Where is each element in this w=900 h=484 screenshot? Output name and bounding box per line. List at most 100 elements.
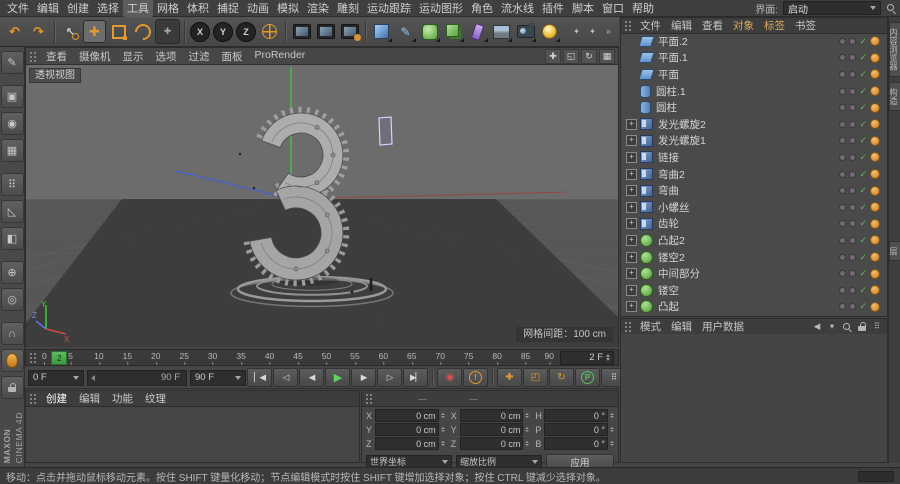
enabled-check-icon[interactable]: ✓ xyxy=(859,102,867,113)
lock-icon[interactable] xyxy=(857,321,867,333)
side-tab-构造[interactable]: 构造 xyxy=(888,81,900,111)
object-row-8[interactable]: + 弯曲2 ✓ xyxy=(621,166,887,183)
menu-item-帮助[interactable]: 帮助 xyxy=(628,0,658,17)
viewport-menu-显示[interactable]: 显示 xyxy=(117,49,150,64)
viewport-menu-过滤[interactable]: 过滤 xyxy=(183,49,216,64)
timeline-current-frame[interactable]: 2 xyxy=(51,351,68,365)
value-spinner[interactable] xyxy=(440,413,445,418)
expand-icon[interactable]: + xyxy=(626,301,637,313)
viewport-canvas[interactable]: 透视视图 网格间距：100 cm Y X Z xyxy=(26,65,618,347)
render-visibility-dot[interactable] xyxy=(849,286,857,294)
tag-icon[interactable] xyxy=(870,252,880,263)
render-visibility-dot[interactable] xyxy=(849,104,857,112)
enabled-check-icon[interactable]: ✓ xyxy=(859,36,867,47)
menu-item-运动跟踪[interactable]: 运动跟踪 xyxy=(363,0,415,17)
object-row-3[interactable]: 圆柱.1 ✓ xyxy=(621,83,887,100)
editor-visibility-dot[interactable] xyxy=(839,253,847,261)
panel-grip[interactable] xyxy=(29,50,37,62)
key-parameter-button[interactable]: P xyxy=(575,368,600,387)
tag-icon[interactable] xyxy=(870,235,880,246)
enabled-check-icon[interactable]: ✓ xyxy=(859,301,867,312)
enabled-check-icon[interactable]: ✓ xyxy=(859,285,867,296)
power-slider[interactable]: 90 F xyxy=(87,369,187,386)
edges-mode-icon[interactable]: ◺ xyxy=(0,200,24,223)
pan-view-icon[interactable]: ✚ xyxy=(545,48,561,64)
coord-input[interactable]: 0 cm xyxy=(375,437,439,450)
history-menu-icon[interactable]: ▾ xyxy=(827,321,837,333)
object-row-13[interactable]: + 镂空2 ✓ xyxy=(621,249,887,266)
rotate-icon[interactable] xyxy=(131,20,154,43)
interactive-render-icon[interactable]: ✦ xyxy=(585,24,600,39)
coord-input[interactable]: 0 cm xyxy=(459,437,524,450)
editor-visibility-dot[interactable] xyxy=(839,286,847,294)
render-visibility-dot[interactable] xyxy=(849,70,857,78)
expand-icon[interactable]: + xyxy=(626,234,637,246)
axis-mode-icon[interactable]: ⊕ xyxy=(0,261,24,284)
enabled-check-icon[interactable]: ✓ xyxy=(859,169,867,180)
viewport-menu-查看[interactable]: 查看 xyxy=(40,49,73,64)
next-frame-button[interactable]: ▶ xyxy=(351,368,376,387)
menu-item-雕刻[interactable]: 雕刻 xyxy=(333,0,363,17)
menu-item-捕捉[interactable]: 捕捉 xyxy=(213,0,243,17)
om-menu-对象[interactable]: 对象 xyxy=(728,18,759,33)
goto-start-button[interactable]: ▏◀ xyxy=(247,368,272,387)
enabled-check-icon[interactable]: ✓ xyxy=(859,69,867,80)
coord-input[interactable]: 0 ° xyxy=(544,423,608,436)
tag-icon[interactable] xyxy=(870,169,880,180)
lock-z-icon[interactable]: Z xyxy=(236,21,256,42)
subdivision-surface-icon[interactable] xyxy=(418,20,441,43)
enabled-check-icon[interactable]: ✓ xyxy=(859,268,867,279)
menu-item-角色[interactable]: 角色 xyxy=(467,0,497,17)
panel-grip[interactable] xyxy=(624,20,632,31)
value-spinner[interactable] xyxy=(609,441,614,446)
value-spinner[interactable] xyxy=(440,427,445,432)
object-row-9[interactable]: + 弯曲 ✓ xyxy=(621,182,887,199)
object-row-6[interactable]: + 发光螺旋1 ✓ xyxy=(621,133,887,150)
menu-item-运动图形[interactable]: 运动图形 xyxy=(415,0,467,17)
om-menu-标签[interactable]: 标签 xyxy=(759,18,790,33)
viewport-menu-摄像机[interactable]: 摄像机 xyxy=(73,49,117,64)
texture-mode-icon[interactable]: ◉ xyxy=(0,112,24,135)
goto-end-button[interactable]: ▶▏ xyxy=(403,368,428,387)
coord-input[interactable]: 0 cm xyxy=(375,409,439,422)
menu-item-工具[interactable]: 工具 xyxy=(123,0,153,17)
enabled-check-icon[interactable]: ✓ xyxy=(859,119,867,130)
goto-prev-key-button[interactable]: ◁ xyxy=(273,368,298,387)
object-row-11[interactable]: + 齿轮 ✓ xyxy=(621,216,887,233)
enabled-check-icon[interactable]: ✓ xyxy=(859,252,867,263)
object-row-16[interactable]: + 凸起 ✓ xyxy=(621,299,887,316)
enabled-check-icon[interactable]: ✓ xyxy=(859,185,867,196)
current-frame-field[interactable]: 2 F xyxy=(560,350,614,365)
attribute-manager-body[interactable] xyxy=(621,334,887,462)
editor-visibility-dot[interactable] xyxy=(839,236,847,244)
menu-item-模拟[interactable]: 模拟 xyxy=(273,0,303,17)
key-rotation-button[interactable]: ↻ xyxy=(549,368,574,387)
panel-grip[interactable] xyxy=(29,393,37,404)
lock-y-icon[interactable]: Y xyxy=(213,21,233,42)
value-spinner[interactable] xyxy=(440,441,445,446)
floor-icon[interactable] xyxy=(490,20,513,43)
enabled-check-icon[interactable]: ✓ xyxy=(859,235,867,246)
expand-icon[interactable]: + xyxy=(626,168,637,180)
search-icon[interactable] xyxy=(842,321,852,333)
coord-input[interactable]: 0 cm xyxy=(375,423,439,436)
menu-item-窗口[interactable]: 窗口 xyxy=(598,0,628,17)
make-editable-icon[interactable]: ✎ xyxy=(0,51,24,74)
material-manager-body[interactable] xyxy=(26,407,359,464)
editor-visibility-dot[interactable] xyxy=(839,70,847,78)
zoom-view-icon[interactable]: ◱ xyxy=(563,48,579,64)
view-label[interactable]: 透视视图 xyxy=(29,68,81,83)
menu-item-创建[interactable]: 创建 xyxy=(63,0,93,17)
object-row-15[interactable]: + 镂空 ✓ xyxy=(621,282,887,299)
tag-icon[interactable] xyxy=(870,135,880,146)
render-view-icon[interactable] xyxy=(290,20,313,43)
coord-input[interactable]: 0 ° xyxy=(544,409,608,422)
rotate-view-icon[interactable]: ↻ xyxy=(581,48,597,64)
spline-pen-icon[interactable]: ✎ xyxy=(394,20,417,43)
model-mode-icon[interactable]: ▣ xyxy=(0,85,24,108)
prev-frame-button[interactable]: ◀ xyxy=(299,368,324,387)
expand-icon[interactable]: + xyxy=(626,135,637,147)
key-scale-button[interactable]: ◰ xyxy=(523,368,548,387)
lock-workplane-icon[interactable] xyxy=(0,376,24,399)
material-tab-纹理[interactable]: 纹理 xyxy=(139,391,172,406)
